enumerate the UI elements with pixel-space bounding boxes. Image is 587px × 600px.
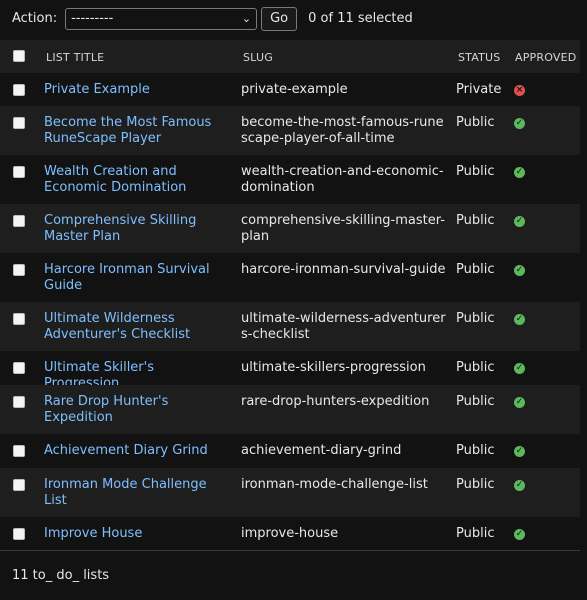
check-circle-icon: ✓ — [514, 265, 525, 276]
slug-text: rare-drop-hunters-expedition — [241, 394, 430, 409]
table-row: Private Example private-example Private × — [0, 73, 580, 107]
action-label: Action: — [12, 11, 58, 26]
chevron-down-icon: ⌄ — [241, 11, 252, 25]
status-text: Public — [456, 477, 495, 492]
column-header-title[interactable]: LIST TITLE — [46, 51, 104, 64]
check-circle-icon: ✓ — [514, 167, 525, 178]
row-checkbox[interactable] — [13, 215, 25, 227]
list-title-link[interactable]: Private Example — [44, 82, 224, 98]
check-circle-icon: ✓ — [514, 446, 525, 457]
status-text: Public — [456, 360, 495, 375]
list-title-link[interactable]: Ultimate Wilderness Adventurer's Checkli… — [44, 311, 224, 343]
status-text: Public — [456, 115, 495, 130]
status-text: Public — [456, 213, 495, 228]
list-title-link[interactable]: Wealth Creation and Economic Domination — [44, 164, 224, 196]
slug-text: private-example — [241, 82, 348, 97]
table-row: Rare Drop Hunter's Expedition rare-drop-h… — [0, 385, 580, 435]
status-text: Public — [456, 443, 495, 458]
status-text: Public — [456, 526, 495, 541]
column-header-approved[interactable]: APPROVED — [515, 51, 576, 64]
action-select[interactable]: --------- ⌄ — [65, 7, 258, 30]
row-checkbox[interactable] — [13, 396, 25, 408]
table-row: Achievement Diary Grind achievement-diary… — [0, 434, 580, 469]
table-row: Become the Most Famous RuneScape Player b… — [0, 106, 580, 156]
slug-text: become-the-most-famous-runescape-player-… — [241, 115, 444, 146]
table-row: Ultimate Wilderness Adventurer's Checkli… — [0, 302, 580, 352]
results-count: 11 to_ do_ lists — [12, 568, 110, 583]
table-row: Ironman Mode Challenge List ironman-mode-… — [0, 468, 580, 518]
x-circle-icon: × — [514, 85, 525, 96]
list-title-link[interactable]: Achievement Diary Grind — [44, 443, 224, 459]
actions-bar: Action: --------- ⌄ Go 0 of 11 selected — [0, 0, 587, 37]
slug-text: ironman-mode-challenge-list — [241, 477, 428, 492]
list-title-link[interactable]: Rare Drop Hunter's Expedition — [44, 394, 224, 426]
column-header-slug[interactable]: SLUG — [243, 51, 273, 64]
status-text: Public — [456, 394, 495, 409]
slug-text: improve-house — [241, 526, 339, 541]
table-row: Improve House improve-house Public ✓ — [0, 517, 580, 551]
status-text: Public — [456, 164, 495, 179]
row-checkbox[interactable] — [13, 362, 25, 374]
row-checkbox[interactable] — [13, 445, 25, 457]
row-checkbox[interactable] — [13, 166, 25, 178]
row-checkbox[interactable] — [13, 117, 25, 129]
column-header-status[interactable]: STATUS — [458, 51, 500, 64]
slug-text: ultimate-wilderness-adventurers-checklis… — [241, 311, 446, 342]
results-footer: 11 to_ do_ lists — [0, 550, 580, 600]
table-row: Wealth Creation and Economic Domination w… — [0, 155, 580, 205]
slug-text: comprehensive-skilling-master-plan — [241, 213, 445, 244]
check-circle-icon: ✓ — [514, 216, 525, 227]
list-title-link[interactable]: Comprehensive Skilling Master Plan — [44, 213, 224, 245]
table-row: Harcore Ironman Survival Guide harcore-ir… — [0, 253, 580, 303]
list-title-link[interactable]: Improve House — [44, 526, 224, 542]
check-circle-icon: ✓ — [514, 397, 525, 408]
go-button[interactable]: Go — [261, 6, 298, 31]
check-circle-icon: ✓ — [514, 363, 525, 374]
list-title-link[interactable]: Ironman Mode Challenge List — [44, 477, 224, 509]
slug-text: ultimate-skillers-progression — [241, 360, 426, 375]
select-all-checkbox[interactable] — [13, 50, 25, 62]
check-circle-icon: ✓ — [514, 529, 525, 540]
slug-text: wealth-creation-and-economic-domination — [241, 164, 444, 195]
check-circle-icon: ✓ — [514, 480, 525, 491]
status-text: Private — [456, 82, 502, 97]
row-checkbox[interactable] — [13, 264, 25, 276]
row-checkbox[interactable] — [13, 84, 25, 96]
selection-counter: 0 of 11 selected — [308, 11, 413, 26]
table-header: LIST TITLE SLUG STATUS APPROVED — [0, 40, 580, 74]
table-row: Comprehensive Skilling Master Plan compre… — [0, 204, 580, 254]
slug-text: achievement-diary-grind — [241, 443, 402, 458]
row-checkbox[interactable] — [13, 479, 25, 491]
list-title-link[interactable]: Harcore Ironman Survival Guide — [44, 262, 224, 294]
action-select-value: --------- — [71, 10, 114, 26]
list-title-link[interactable]: Become the Most Famous RuneScape Player — [44, 115, 224, 147]
slug-text: harcore-ironman-survival-guide — [241, 262, 446, 277]
table-row: Ultimate Skiller's Progression ultimate-s… — [0, 351, 580, 391]
check-circle-icon: ✓ — [514, 118, 525, 129]
row-checkbox[interactable] — [13, 313, 25, 325]
status-text: Public — [456, 311, 495, 326]
status-text: Public — [456, 262, 495, 277]
row-checkbox[interactable] — [13, 528, 25, 540]
check-circle-icon: ✓ — [514, 314, 525, 325]
